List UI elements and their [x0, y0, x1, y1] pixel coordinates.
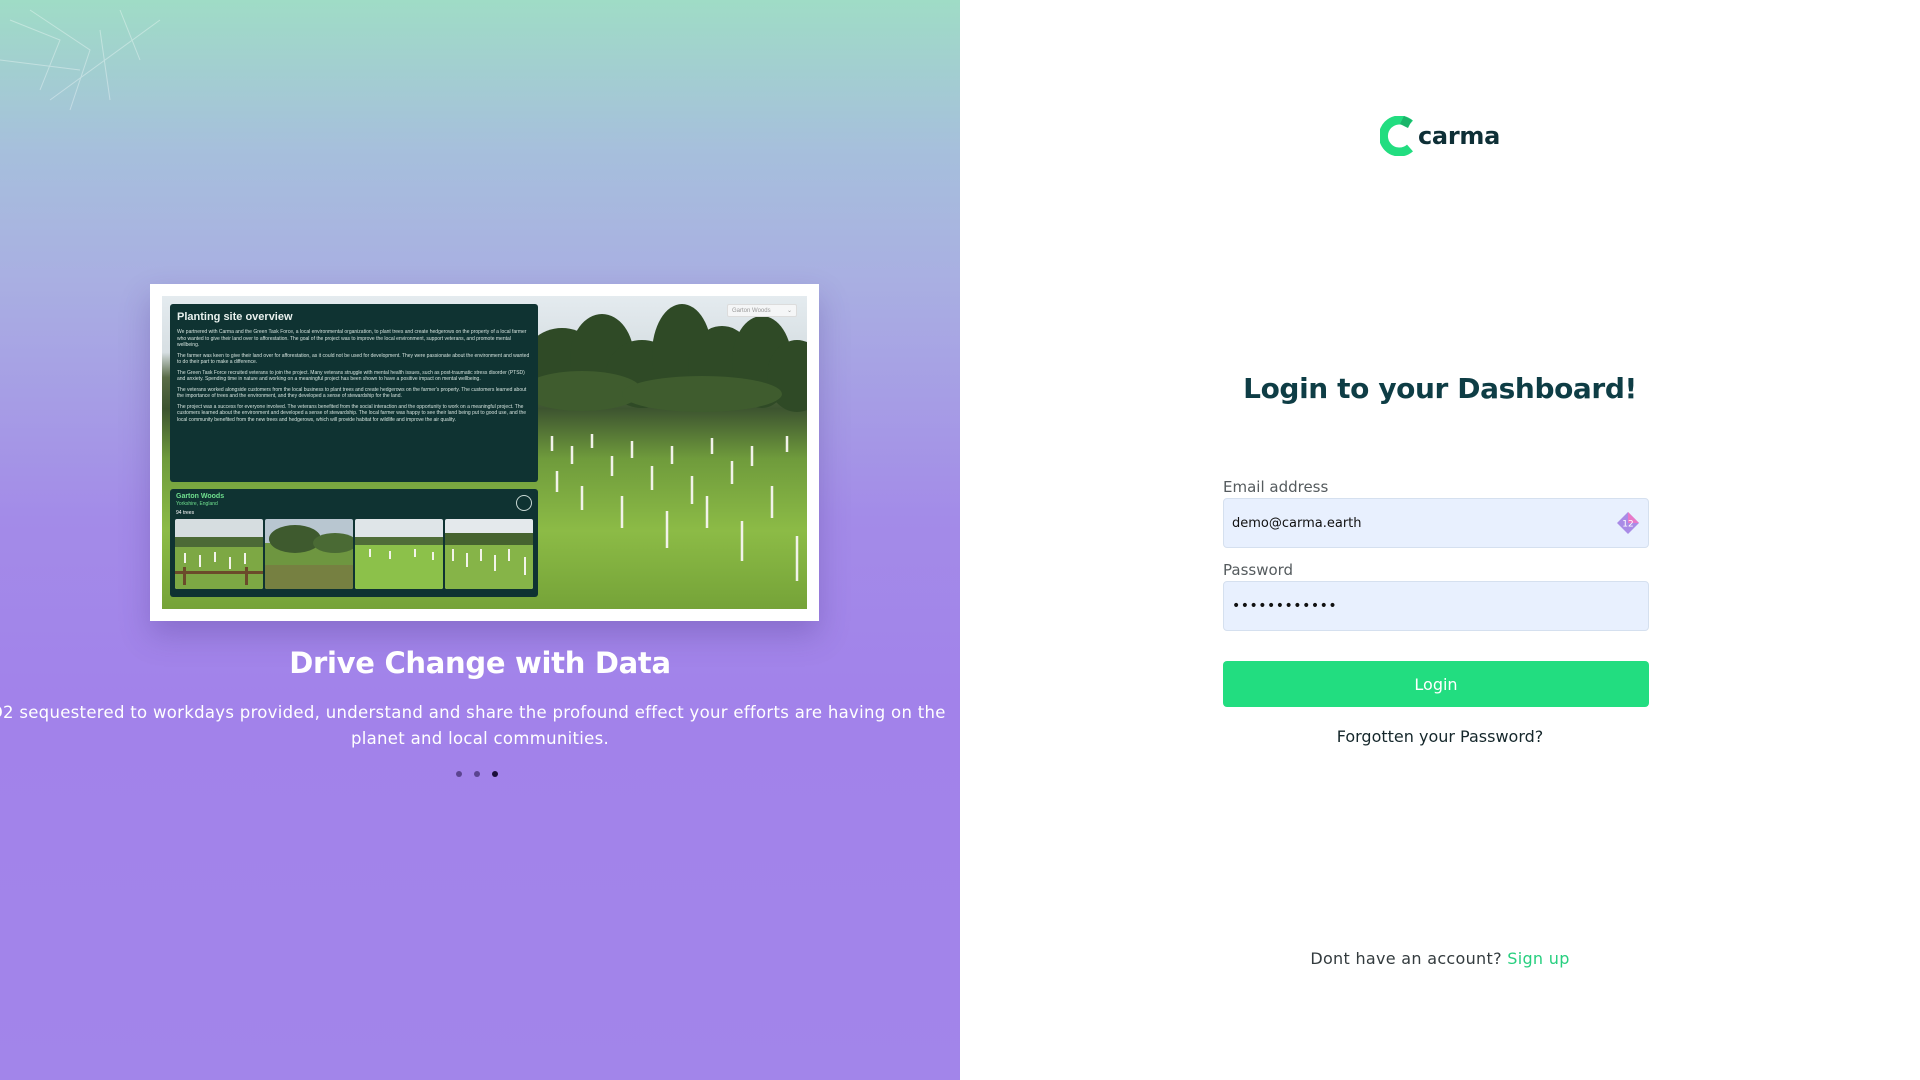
photo-thumbnail: [445, 519, 533, 589]
dashboard-preview: Garton Woods ⌄ Planting site overview We…: [150, 284, 819, 621]
promo-panel: Garton Woods ⌄ Planting site overview We…: [0, 0, 960, 1080]
overview-panel: Planting site overview We partnered with…: [170, 304, 538, 482]
overview-paragraph: The Green Task Force recruited veterans …: [177, 369, 525, 383]
forgot-password-link[interactable]: Forgotten your Password?: [960, 727, 1920, 746]
planting-site-photo: Garton Woods ⌄ Planting site overview We…: [162, 296, 807, 609]
carousel-dot[interactable]: [456, 771, 462, 777]
overview-paragraph: The project was a success for everyone i…: [177, 403, 527, 423]
svg-text:12: 12: [1622, 520, 1633, 530]
email-field[interactable]: demo@carma.earth 12: [1223, 498, 1649, 548]
password-manager-icon[interactable]: 12: [1616, 511, 1640, 535]
overview-title: Planting site overview: [177, 311, 293, 323]
carma-c-logo-icon: [1380, 116, 1413, 156]
background-texture: [0, 9, 161, 111]
signup-prompt: Dont have an account?: [1310, 949, 1502, 968]
password-value: ••••••••••••: [1232, 598, 1338, 614]
photo-thumbnail: [355, 519, 443, 589]
carousel-dot-active[interactable]: [492, 771, 498, 777]
carousel-dot[interactable]: [474, 771, 480, 777]
login-panel: carma Login to your Dashboard! Email add…: [960, 0, 1920, 1080]
email-label: Email address: [1223, 478, 1329, 496]
signup-link[interactable]: Sign up: [1507, 949, 1569, 968]
slide-description-line-1: From CO2 sequestered to workdays provide…: [0, 703, 946, 722]
brand-logo[interactable]: carma: [1380, 116, 1500, 156]
chevron-down-icon: ⌄: [786, 308, 792, 314]
password-field[interactable]: ••••••••••••: [1223, 581, 1649, 631]
overview-paragraph: The veterans worked alongside customers …: [177, 386, 527, 400]
site-name: Garton Woods: [176, 493, 225, 500]
photo-thumbnail: [265, 519, 353, 589]
globe-icon: [516, 495, 532, 511]
carousel-dots: [456, 771, 498, 777]
slide-description: From CO2 sequestered to workdays provide…: [0, 700, 960, 752]
overview-paragraph: The farmer was keen to give their land o…: [177, 352, 530, 366]
photo-thumbnails: [175, 519, 533, 589]
site-location: Yorkshire, England: [176, 501, 218, 507]
email-value: demo@carma.earth: [1232, 515, 1362, 531]
slide-description-line-2: planet and local communities.: [350, 729, 610, 748]
site-selector-value: Garton Woods: [732, 307, 771, 314]
login-button[interactable]: Login: [1223, 661, 1649, 707]
signup-row: Dont have an account? Sign up: [960, 949, 1920, 968]
site-card: Garton Woods Yorkshire, England 94 trees: [170, 489, 538, 597]
site-tree-count: 94 trees: [176, 510, 195, 516]
slide-title: Drive Change with Data: [289, 646, 671, 680]
photo-thumbnail: [175, 519, 263, 589]
login-title: Login to your Dashboard!: [1243, 372, 1637, 405]
site-selector[interactable]: Garton Woods ⌄: [727, 304, 797, 317]
brand-name: carma: [1418, 122, 1500, 150]
password-label: Password: [1223, 561, 1294, 579]
overview-paragraph: We partnered with Carma and the Green Ta…: [177, 329, 527, 348]
